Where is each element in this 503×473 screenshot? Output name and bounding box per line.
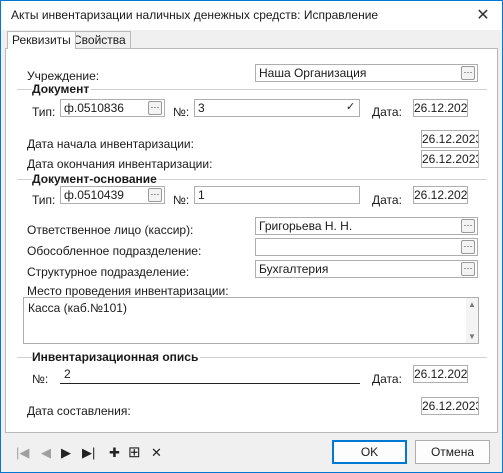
tab-properties[interactable]: Свойства [68, 31, 131, 48]
first-record-icon[interactable]: |◀ [16, 445, 29, 461]
close-icon[interactable]: ✕ [470, 3, 496, 27]
doc-date-field[interactable]: 26.12.2023 [413, 99, 468, 117]
basis-date-label: Дата: [372, 193, 402, 207]
delete-record-icon[interactable]: ✕ [151, 445, 162, 461]
compiled-label: Дата составления: [27, 404, 131, 418]
last-record-icon[interactable]: ▶| [82, 445, 95, 461]
division-select-icon[interactable]: ··· [461, 240, 475, 254]
place-label: Место проведения инвентаризации: [27, 284, 229, 298]
basis-type-label: Тип: [32, 193, 56, 207]
doc-type-label: Тип: [32, 105, 56, 119]
cancel-button[interactable]: Отмена [415, 440, 490, 464]
institution-field[interactable]: Наша Организация [255, 64, 478, 82]
inv-number-label: №: [32, 372, 49, 386]
responsible-field[interactable]: Григорьева Н. Н. [255, 217, 478, 235]
basis-type-select-icon[interactable]: ··· [148, 188, 162, 202]
details-panel: Учреждение: Наша Организация ··· Докумен… [5, 48, 498, 433]
window-title: Акты инвентаризации наличных денежных ср… [11, 8, 379, 22]
prev-record-icon[interactable]: ◀ [41, 445, 51, 461]
place-scrollbar[interactable]: ▲ ▼ [466, 298, 478, 343]
doc-type-select-icon[interactable]: ··· [148, 101, 162, 115]
inv-date-label: Дата: [372, 372, 402, 386]
inv-date-field[interactable]: 26.12.2023 [413, 365, 468, 383]
add-copy-icon[interactable]: ⊞ [128, 443, 141, 461]
scroll-down-icon[interactable]: ▼ [468, 332, 476, 341]
ok-button[interactable]: OK [332, 440, 407, 464]
inventory-group-title: Инвентаризационная опись [32, 350, 201, 364]
doc-number-label: №: [173, 105, 190, 119]
basis-date-field[interactable]: 26.12.2023 [413, 186, 468, 204]
check-icon[interactable]: ✓ [346, 100, 355, 113]
add-record-icon[interactable]: ✚ [109, 445, 120, 461]
inv-end-label: Дата окончания инвентаризации: [27, 157, 213, 171]
basis-number-field[interactable]: 1 [194, 186, 360, 204]
bottom-toolbar: |◀ ◀ ▶ ▶| ✚ ⊞ ✕ OK Отмена [1, 433, 502, 472]
responsible-select-icon[interactable]: ··· [461, 219, 475, 233]
inv-start-date-field[interactable]: 26.12.2023 [421, 130, 479, 148]
inv-end-date-field[interactable]: 26.12.2023 [421, 150, 479, 168]
doc-number-field[interactable]: 3 [194, 99, 360, 117]
dialog-window: Акты инвентаризации наличных денежных ср… [0, 0, 503, 473]
document-group-title: Документ [32, 82, 92, 96]
inv-start-label: Дата начала инвентаризации: [27, 137, 194, 151]
compiled-date-field[interactable]: 26.12.2023 [421, 397, 479, 415]
tab-details[interactable]: Реквизиты [7, 31, 76, 49]
inv-number-field[interactable]: 2 [60, 365, 360, 383]
institution-select-icon[interactable]: ··· [461, 66, 475, 80]
struct-label: Структурное подразделение: [27, 265, 190, 279]
institution-label: Учреждение: [27, 69, 100, 83]
title-bar: Акты инвентаризации наличных денежных ср… [1, 1, 502, 30]
inv-number-underline [60, 383, 360, 384]
place-textarea[interactable]: Касса (каб.№101) ▲ ▼ [23, 297, 479, 344]
basis-group-title: Документ-основание [32, 172, 159, 186]
scroll-up-icon[interactable]: ▲ [468, 300, 476, 309]
division-field[interactable] [255, 238, 478, 256]
doc-date-label: Дата: [372, 105, 402, 119]
basis-number-label: №: [173, 193, 190, 207]
struct-select-icon[interactable]: ··· [461, 262, 475, 276]
responsible-label: Ответственное лицо (кассир): [27, 223, 194, 237]
division-label: Обособленное подразделение: [27, 244, 202, 258]
next-record-icon[interactable]: ▶ [61, 445, 71, 461]
place-text: Касса (каб.№101) [28, 301, 127, 315]
struct-field[interactable]: Бухгалтерия [255, 260, 478, 278]
